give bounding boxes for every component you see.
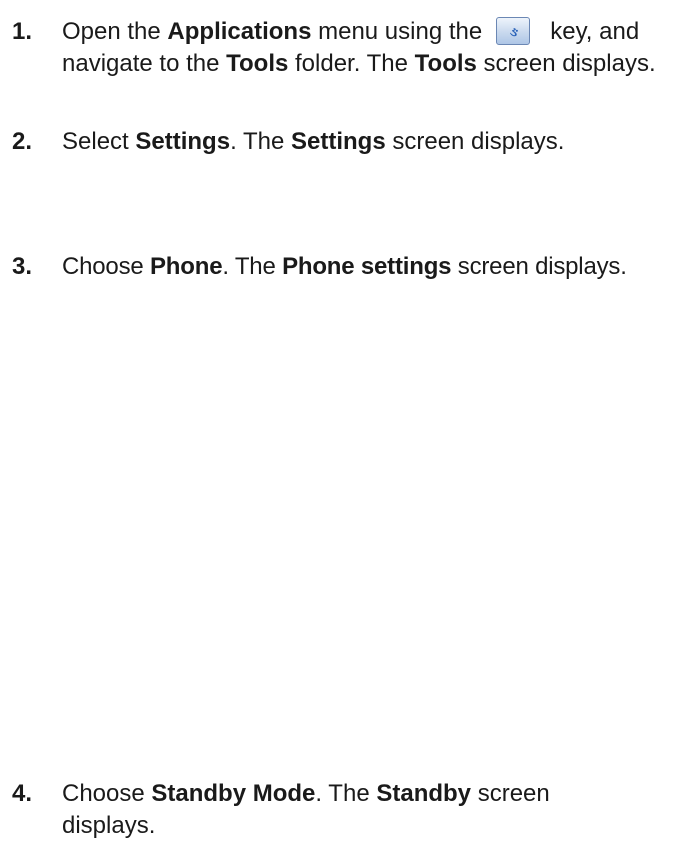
step-number: 4.	[12, 780, 33, 807]
step-text-segment: Open the	[62, 18, 168, 45]
term-settings: Settings	[291, 128, 386, 155]
step-text-segment: . The	[230, 128, 291, 155]
step-text-segment: menu using the	[311, 18, 483, 45]
step-text-segment: Select	[62, 128, 136, 155]
svg-text:ઙ: ઙ	[510, 25, 519, 40]
applications-key-icon: ઙ	[496, 17, 531, 45]
term-phone-settings: Phone settings	[282, 253, 452, 280]
step-text-segment: . The	[222, 253, 283, 280]
step-text-segment: screen displays.	[476, 50, 656, 77]
step-text-segment: screen displays.	[385, 128, 565, 155]
step-number: 3.	[12, 253, 33, 280]
term-phone: Phone	[150, 253, 223, 280]
step-number: 2.	[12, 128, 33, 155]
term-tools: Tools	[226, 50, 289, 77]
term-standby: Standby	[376, 780, 472, 807]
step-text: Choose Standby Mode. The Standby screen …	[62, 778, 622, 842]
step-text: Select Settings. The Settings screen dis…	[62, 126, 680, 158]
step-text: Open the Applications menu using the ઙ key…	[62, 16, 680, 80]
term-settings: Settings	[135, 128, 231, 155]
step-text-segment: Choose	[62, 780, 152, 807]
step-text-segment: screen displays.	[451, 253, 627, 280]
term-tools: Tools	[414, 50, 477, 77]
step-text-segment: folder. The	[288, 50, 415, 77]
step-text-segment: Choose	[62, 253, 150, 280]
term-standby-mode: Standby Mode	[151, 780, 316, 807]
step-text-segment: . The	[315, 780, 377, 807]
step-number: 1.	[12, 18, 33, 45]
step-text: Choose Phone. The Phone settings screen …	[62, 251, 680, 283]
term-applications: Applications	[167, 18, 312, 45]
